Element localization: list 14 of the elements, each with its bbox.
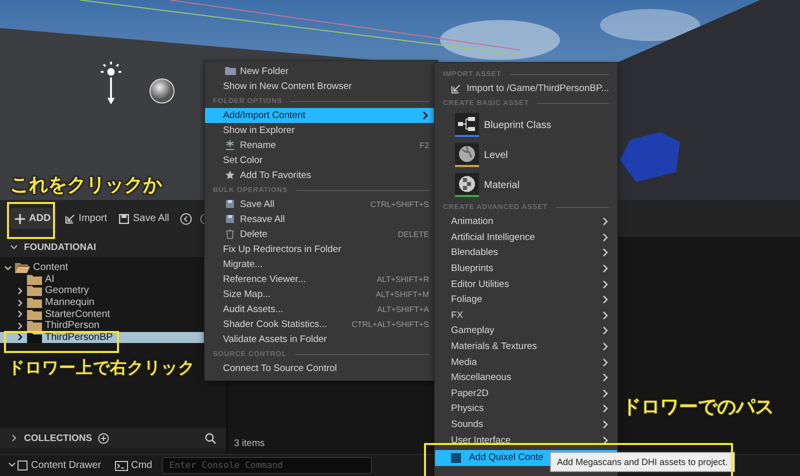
annotation-text: ドロワー上で右クリック [8, 357, 195, 379]
item-count: 3 items [234, 438, 265, 449]
shortcut-label: DELETE [398, 230, 429, 239]
tooltip: Add Megascans and DHI assets to project. [550, 452, 735, 472]
shortcut-label: CTRL+ALT+SHIFT+S [352, 320, 429, 329]
shortcut-label: F2 [420, 141, 429, 150]
annotation-text: これをクリックか [10, 173, 162, 198]
shortcut-label: ALT+SHIFT+A [377, 305, 429, 314]
shortcut-label: CTRL+SHIFT+S [370, 200, 429, 209]
shortcut-label: ALT+SHIFT+R [376, 275, 429, 284]
shortcut-label: ALT+SHIFT+M [376, 290, 429, 299]
annotation-text: ドロワーでのパス [622, 395, 774, 420]
sources-title: FOUNDATIONAI [24, 242, 96, 252]
collections-title: COLLECTIONS [24, 432, 92, 444]
